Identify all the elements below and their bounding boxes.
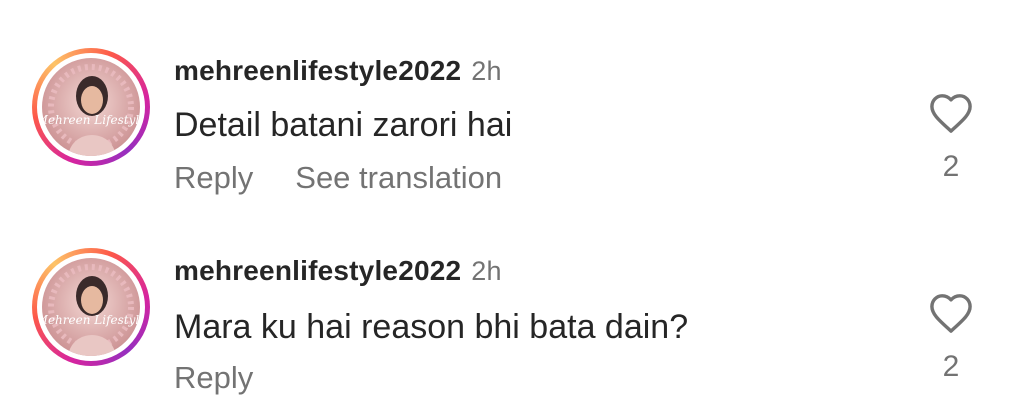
username[interactable]: mehreenlifestyle2022 2h xyxy=(174,55,502,87)
like-control: 2 xyxy=(926,292,976,384)
comment-item: Mehreen Lifestyle mehreenlifestyle2022 2h… xyxy=(0,0,1024,200)
comment-time: 2h xyxy=(471,256,502,286)
like-control: 2 xyxy=(926,92,976,184)
comment-text: Mara ku hai reason bhi bata dain? xyxy=(174,308,689,346)
comment-time: 2h xyxy=(471,56,502,86)
reply-button[interactable]: Reply xyxy=(174,360,253,395)
username-text[interactable]: mehreenlifestyle2022 xyxy=(174,55,461,86)
profile-photo-icon: Mehreen Lifestyle xyxy=(42,258,140,356)
comment-actions: Reply xyxy=(174,360,295,396)
svg-text:Mehreen Lifestyle: Mehreen Lifestyle xyxy=(42,313,140,327)
svg-text:Mehreen Lifestyle: Mehreen Lifestyle xyxy=(42,113,140,127)
comment-text: Detail batani zarori hai xyxy=(174,106,513,144)
heart-outline-icon[interactable] xyxy=(928,292,974,334)
comment-item: Mehreen Lifestyle mehreenlifestyle2022 2h… xyxy=(0,200,1024,400)
avatar-ring: Mehreen Lifestyle xyxy=(37,53,145,161)
username-text[interactable]: mehreenlifestyle2022 xyxy=(174,255,461,286)
reply-button[interactable]: Reply xyxy=(174,160,253,195)
avatar[interactable]: Mehreen Lifestyle xyxy=(32,48,150,166)
like-count: 2 xyxy=(942,350,960,383)
avatar-ring: Mehreen Lifestyle xyxy=(37,253,145,361)
see-translation-button[interactable]: See translation xyxy=(295,160,502,195)
avatar-photo: Mehreen Lifestyle xyxy=(42,58,140,156)
like-count: 2 xyxy=(942,150,960,183)
username[interactable]: mehreenlifestyle2022 2h xyxy=(174,255,502,287)
avatar-photo: Mehreen Lifestyle xyxy=(42,258,140,356)
comment-actions: Reply See translation xyxy=(174,160,544,196)
avatar[interactable]: Mehreen Lifestyle xyxy=(32,248,150,366)
profile-photo-icon: Mehreen Lifestyle xyxy=(42,58,140,156)
heart-outline-icon[interactable] xyxy=(928,92,974,134)
